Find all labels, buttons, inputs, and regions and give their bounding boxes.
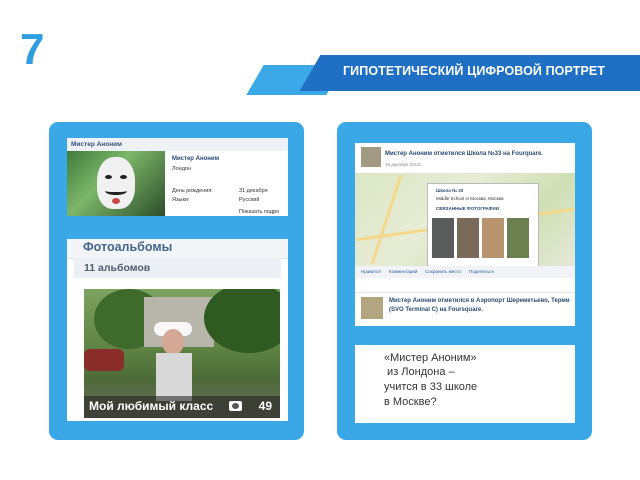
birthday-label: День рождения: xyxy=(172,188,213,194)
venue-popup: Школа № 33 Middle School in Москва, Моск… xyxy=(427,183,539,267)
photo-albums-title[interactable]: Фотоальбомы xyxy=(83,240,172,254)
mask-eye xyxy=(105,175,112,179)
photo-person xyxy=(162,329,184,355)
language-label: Языки: xyxy=(172,197,190,203)
quote-line: в Москве? xyxy=(384,396,437,408)
checkin-actions: Нравится Комментарий Сохранить место Под… xyxy=(355,266,575,278)
comment-link[interactable]: Комментарий xyxy=(389,269,417,274)
profile-name: Мистер Аноним xyxy=(172,156,220,162)
albums-count-bar: 11 альбомов xyxy=(74,258,281,278)
quote-line: из Лондона – xyxy=(384,366,455,378)
mask-mustache xyxy=(105,187,127,195)
slide-number: 7 xyxy=(20,25,45,74)
checkin-text-continued[interactable]: (SVO Terminal C) на Foursquare. xyxy=(389,307,483,313)
photo-albums-header: Фотоальбомы xyxy=(67,239,288,259)
quote-line: «Мистер Аноним» xyxy=(384,352,477,364)
camera-icon xyxy=(229,401,242,411)
quote-box: «Мистер Аноним» из Лондона – учится в 33… xyxy=(355,345,575,423)
birthday-value[interactable]: 31 декабря xyxy=(239,188,268,194)
avatar[interactable] xyxy=(361,297,383,319)
map-road xyxy=(370,174,403,265)
mask-face-icon xyxy=(97,157,135,209)
profile-panel: Мистер Аноним Мистер Аноним Лондон День … xyxy=(67,138,288,216)
venue-photo[interactable] xyxy=(432,218,454,258)
venue-subtitle: Middle School in Москва, Москва xyxy=(436,196,504,201)
mask-mouth xyxy=(112,198,120,204)
photo-person-body xyxy=(156,353,192,401)
album-caption: Мой любимый класс xyxy=(89,399,214,413)
album-photo-count: 49 xyxy=(258,399,272,413)
avatar[interactable] xyxy=(67,151,165,216)
share-link[interactable]: Поделиться xyxy=(469,269,494,274)
show-more-link[interactable]: Показать подро xyxy=(239,209,279,215)
albums-count[interactable]: 11 альбомов xyxy=(84,262,150,274)
checkin-row: Мистер Аноним отметился Школа №33 на Fou… xyxy=(355,143,575,173)
language-value[interactable]: Русский xyxy=(239,197,259,203)
mask-eye xyxy=(120,175,127,179)
related-photos-label: СВЯЗАННЫЕ ФОТОГРАФИИ xyxy=(436,206,499,211)
album-cover[interactable]: Мой любимый класс 49 xyxy=(84,289,280,418)
venue-photo[interactable] xyxy=(507,218,529,258)
checkin-text[interactable]: Мистер Аноним отметился Школа №33 на Fou… xyxy=(385,151,543,157)
venue-photo[interactable] xyxy=(457,218,479,258)
checkin-row-airport: Мистер Аноним отметился в Аэропорт Шерем… xyxy=(355,292,575,326)
album-caption-bar: Мой любимый класс 49 xyxy=(84,396,280,418)
checkin-date: 18 декабря 2012г. xyxy=(385,162,423,167)
quote-line: учится в 33 школе xyxy=(384,381,478,393)
venue-title[interactable]: Школа № 33 xyxy=(436,188,463,193)
checkin-map[interactable]: Школа № 33 Middle School in Москва, Моск… xyxy=(355,173,575,267)
profile-header-name[interactable]: Мистер Аноним xyxy=(67,138,288,151)
profile-city[interactable]: Лондон xyxy=(172,166,191,172)
checkin-text[interactable]: Мистер Аноним отметился в Аэропорт Шерем… xyxy=(389,298,570,304)
slide-title: ГИПОТЕТИЧЕСКИЙ ЦИФРОВОЙ ПОРТРЕТ xyxy=(343,64,606,78)
photo-albums-panel: Фотоальбомы 11 альбомов Мой любимый клас… xyxy=(67,239,288,421)
like-link[interactable]: Нравится xyxy=(361,269,381,274)
photo-tree xyxy=(204,289,280,353)
photo-car xyxy=(84,349,124,371)
venue-photo[interactable] xyxy=(482,218,504,258)
avatar[interactable] xyxy=(361,147,381,167)
save-place-link[interactable]: Сохранить место xyxy=(425,269,461,274)
